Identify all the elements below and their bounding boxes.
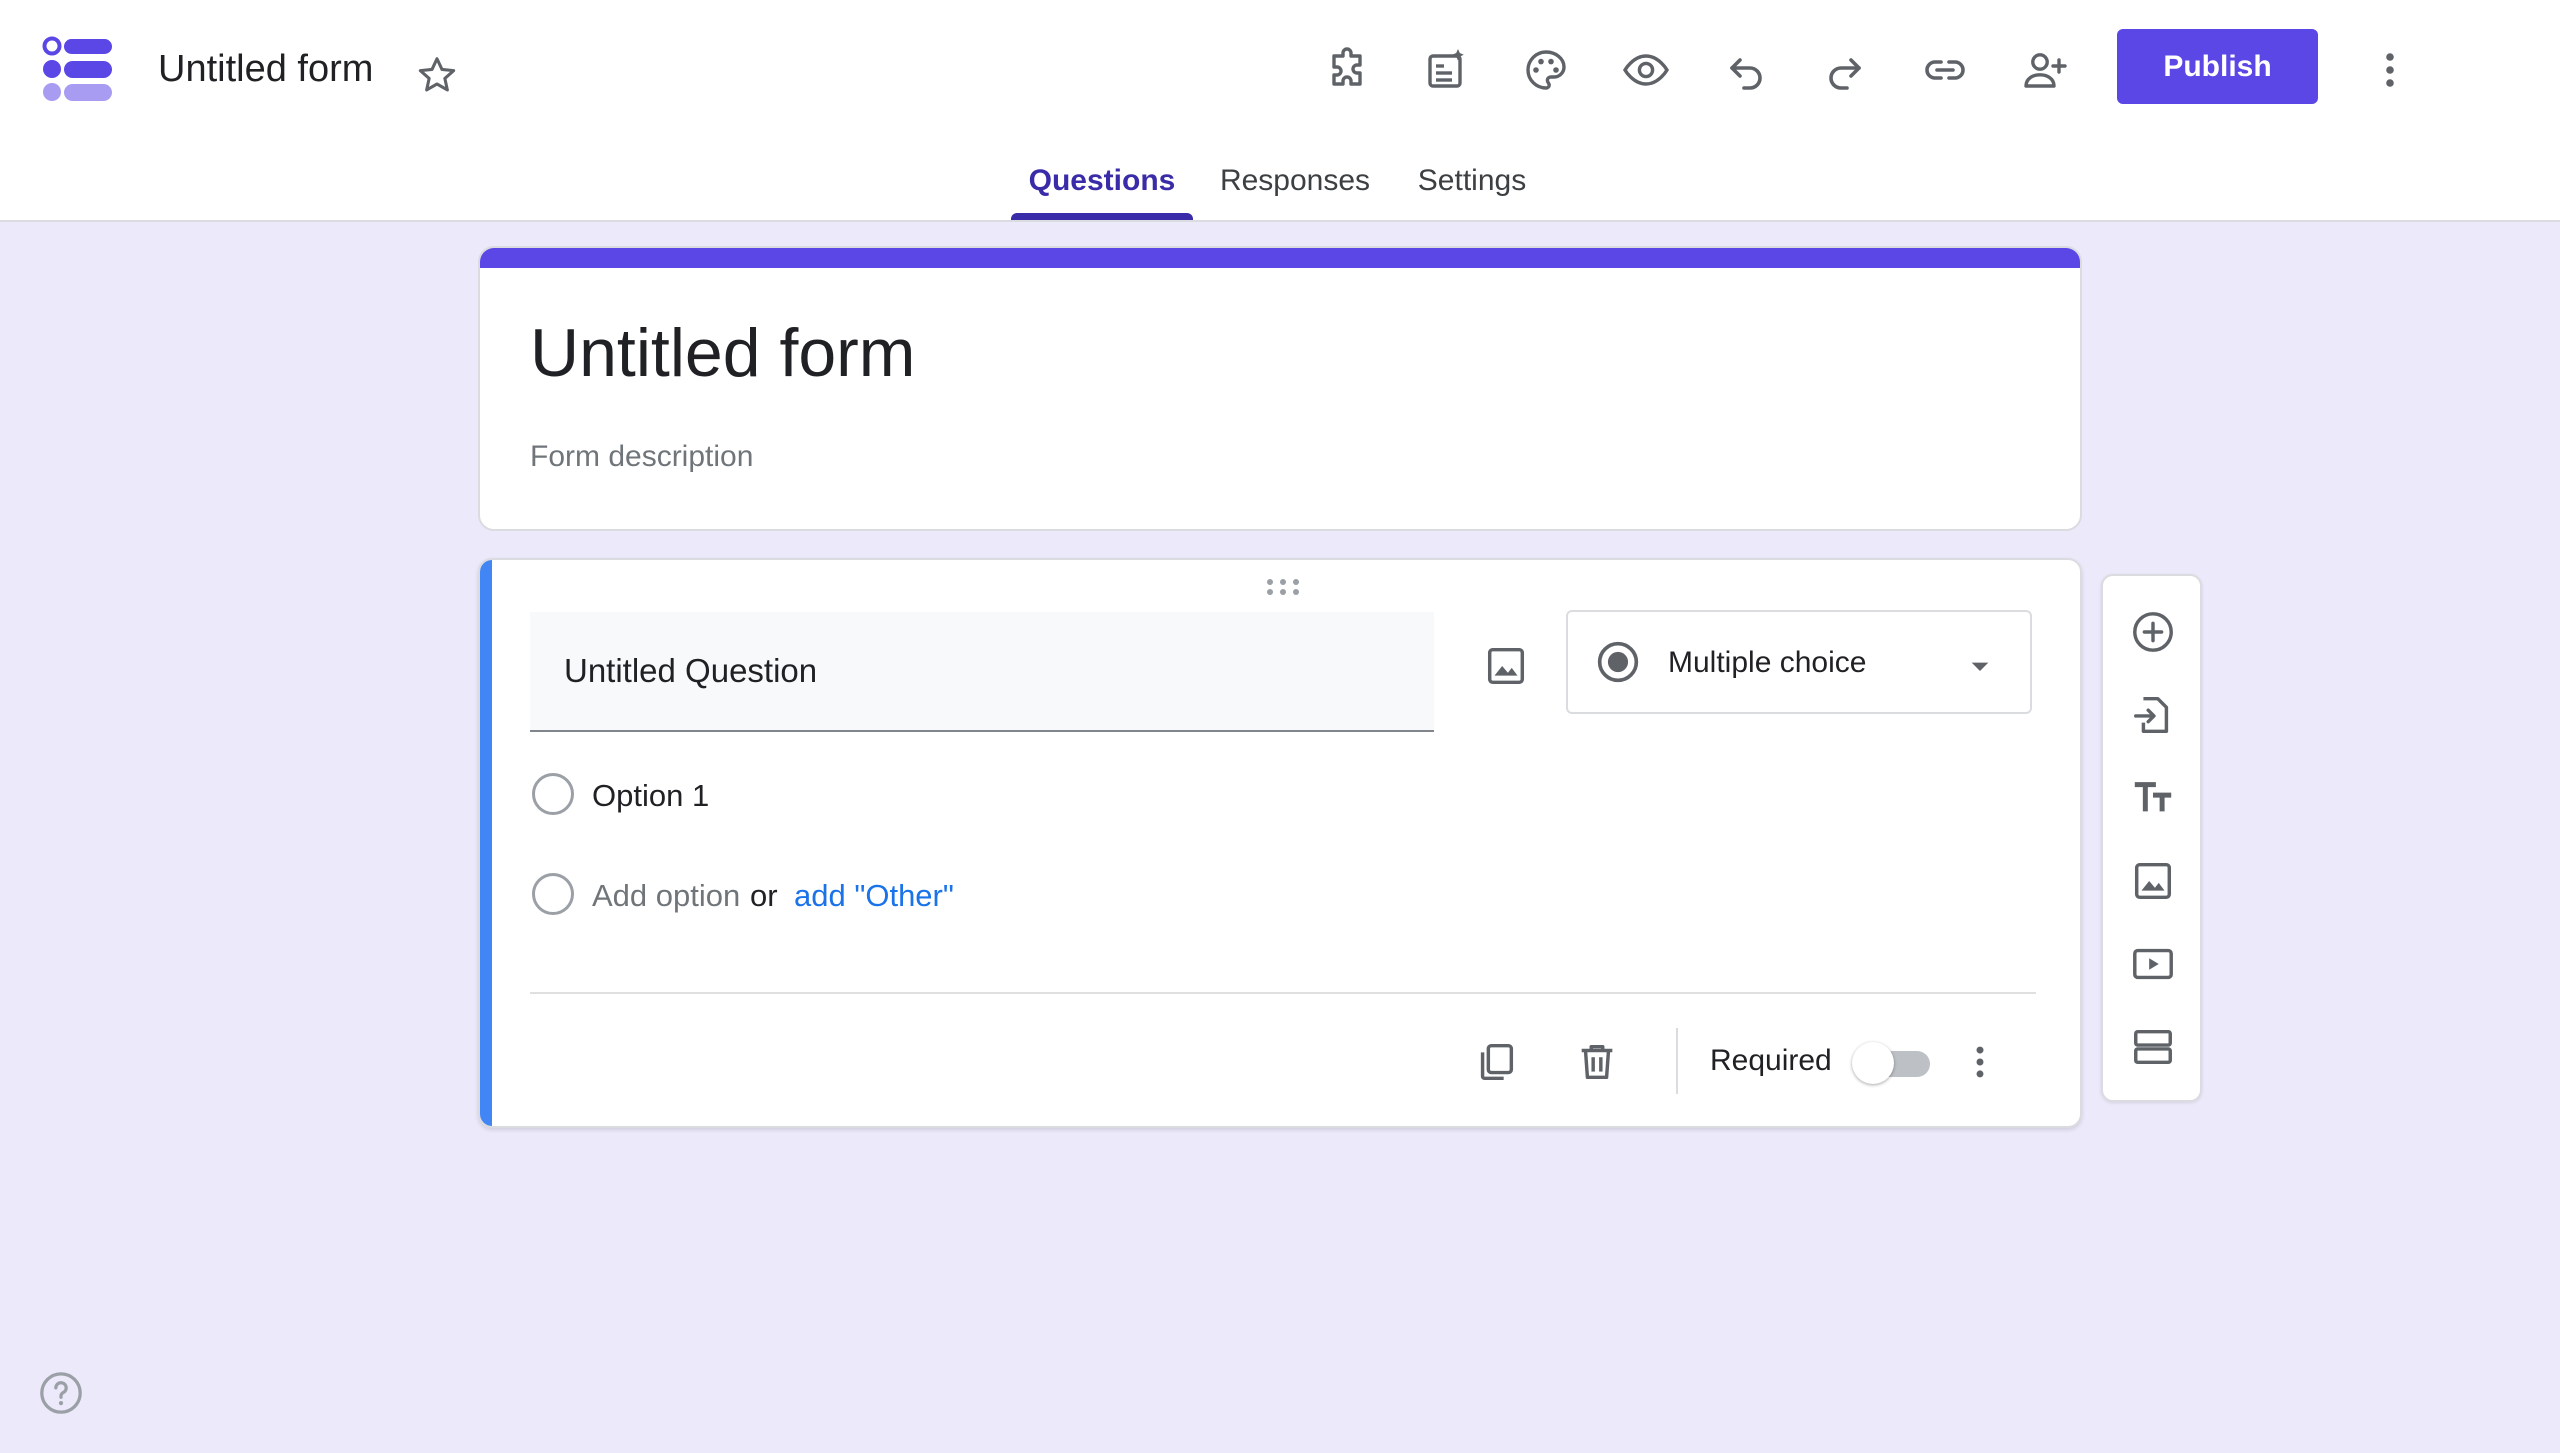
add-title-icon[interactable] [2123, 768, 2183, 828]
theme-accent-bar [480, 248, 2080, 268]
add-section-icon[interactable] [2123, 1017, 2183, 1077]
question-card[interactable]: Untitled Question Multiple choice Option… [478, 558, 2082, 1128]
import-questions-icon[interactable] [2123, 685, 2183, 745]
or-text: or [750, 878, 778, 913]
floating-side-toolbar [2101, 574, 2202, 1102]
add-option-radio [532, 873, 574, 915]
footer-separator [1676, 1028, 1678, 1094]
forms-logo-icon[interactable] [42, 36, 114, 104]
tab-questions[interactable]: Questions [1011, 164, 1193, 198]
option-1-label[interactable]: Option 1 [592, 778, 709, 814]
more-options-icon[interactable] [2360, 40, 2420, 100]
app-header: Untitled form Publish Questions Response… [0, 0, 2560, 222]
option-radio [532, 773, 574, 815]
question-more-icon[interactable] [1952, 1034, 2008, 1090]
add-image-icon[interactable] [1476, 636, 1536, 696]
question-title-input[interactable]: Untitled Question [530, 612, 1434, 732]
addons-icon[interactable] [1317, 40, 1377, 100]
duplicate-icon[interactable] [1468, 1034, 1524, 1090]
tab-responses[interactable]: Responses [1212, 164, 1378, 198]
link-icon[interactable] [1915, 40, 1975, 100]
add-option-button[interactable]: Add option [592, 878, 740, 914]
tab-bar: Questions Responses Settings [0, 160, 2560, 222]
active-question-indicator [480, 560, 492, 1126]
star-icon[interactable] [414, 52, 460, 98]
form-description-input[interactable]: Form description [530, 440, 753, 474]
toggle-thumb [1852, 1042, 1894, 1084]
active-tab-indicator [1011, 213, 1193, 220]
redo-icon[interactable] [1815, 40, 1875, 100]
delete-trash-icon[interactable] [1569, 1034, 1625, 1090]
ai-summary-icon[interactable] [1416, 40, 1476, 100]
add-collaborator-icon[interactable] [2015, 40, 2075, 100]
add-other-link[interactable]: add "Other" [794, 878, 954, 914]
required-toggle[interactable] [1852, 1040, 1936, 1084]
help-icon[interactable] [38, 1370, 84, 1416]
tab-settings[interactable]: Settings [1404, 164, 1540, 198]
undo-icon[interactable] [1716, 40, 1776, 100]
form-title-card: Untitled form Form description [478, 246, 2082, 531]
footer-divider [530, 992, 2036, 994]
radio-button-icon [1596, 640, 1640, 684]
question-type-label: Multiple choice [1668, 646, 1867, 679]
question-type-dropdown[interactable]: Multiple choice [1566, 610, 2032, 714]
add-video-icon[interactable] [2123, 934, 2183, 994]
palette-icon[interactable] [1516, 40, 1576, 100]
preview-eye-icon[interactable] [1616, 40, 1676, 100]
form-title-input[interactable]: Untitled form [530, 314, 915, 392]
drag-handle-icon[interactable] [1264, 576, 1302, 598]
add-question-icon[interactable] [2123, 602, 2183, 662]
chevron-down-icon [1960, 646, 2000, 686]
required-label: Required [1710, 1044, 1832, 1077]
publish-button[interactable]: Publish [2117, 29, 2318, 104]
app-title[interactable]: Untitled form [158, 48, 373, 91]
question-title-text: Untitled Question [564, 652, 818, 689]
add-image-icon[interactable] [2123, 851, 2183, 911]
